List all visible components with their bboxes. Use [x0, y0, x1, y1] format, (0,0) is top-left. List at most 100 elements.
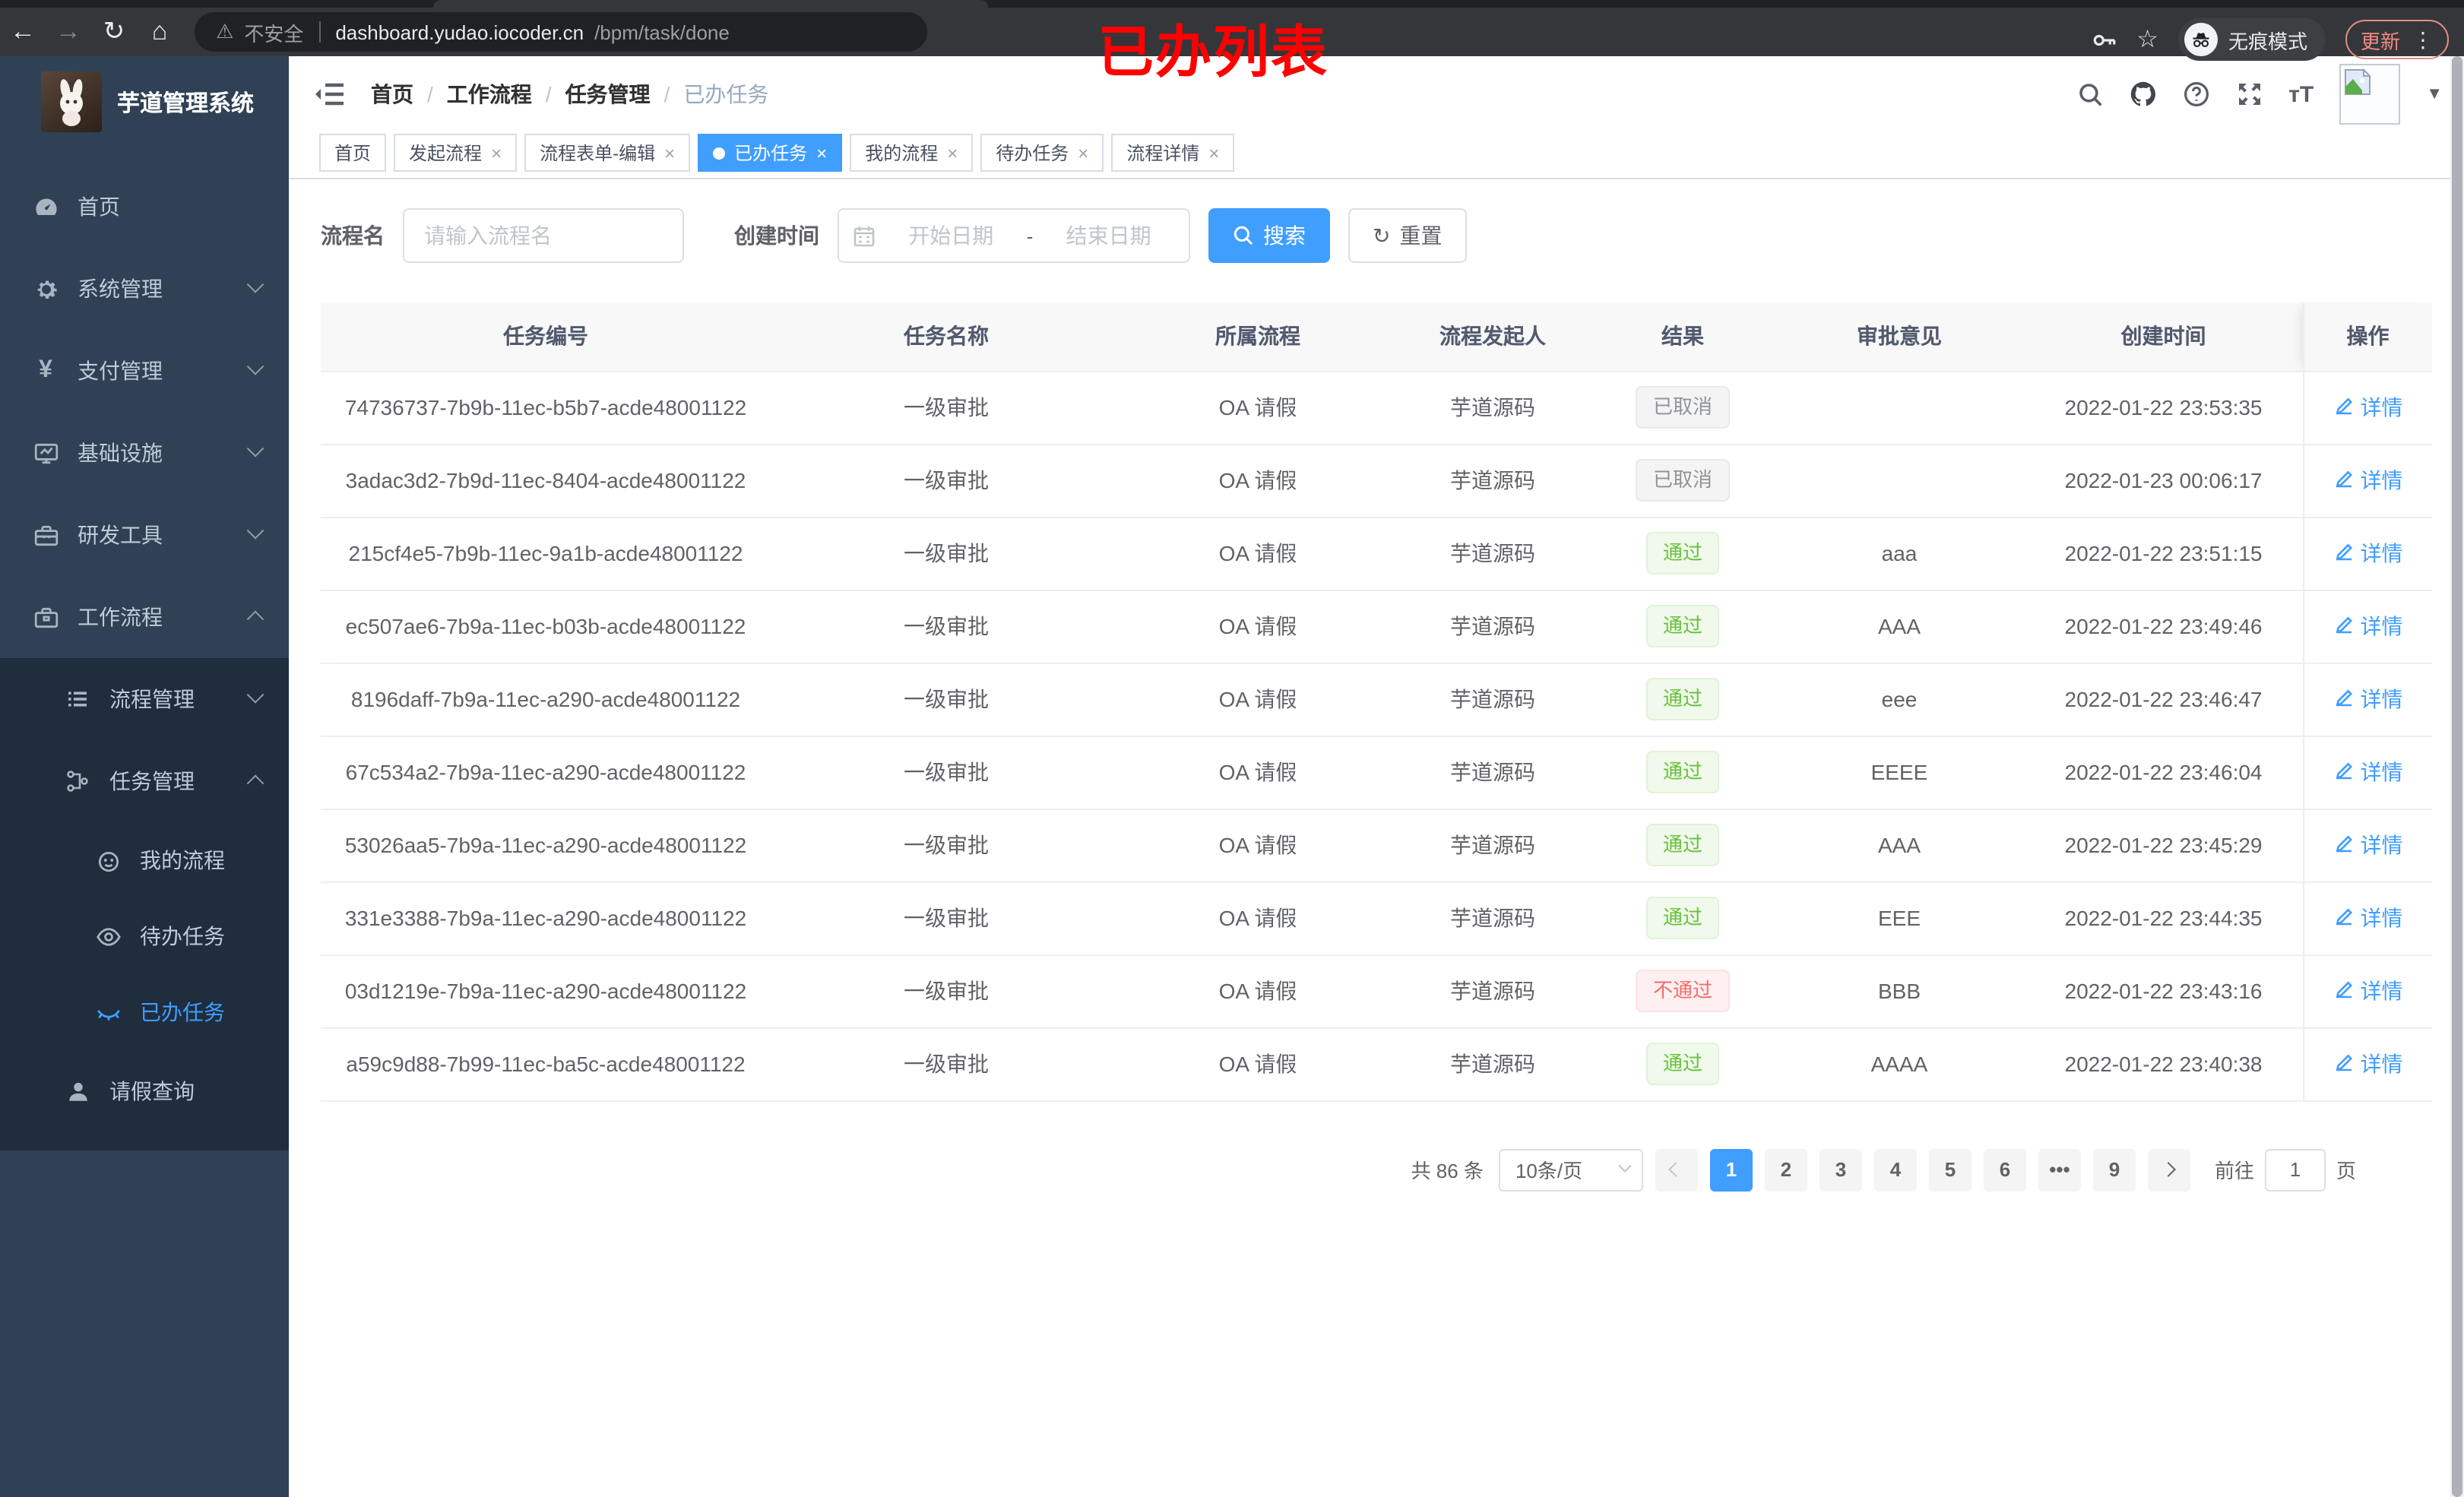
- reload-icon[interactable]: ↻: [91, 17, 137, 47]
- sidebar-item-请假查询[interactable]: 请假查询: [0, 1050, 289, 1132]
- detail-button[interactable]: 详情: [2333, 830, 2403, 860]
- prev-page-button[interactable]: [1655, 1148, 1698, 1191]
- breadcrumb-item[interactable]: 首页: [371, 79, 413, 109]
- breadcrumb-item[interactable]: 任务管理: [565, 79, 651, 109]
- bookmark-star-icon[interactable]: ☆: [2136, 24, 2158, 55]
- home-icon[interactable]: ⌂: [137, 17, 182, 47]
- gauge-icon: [32, 193, 59, 220]
- help-icon[interactable]: [2182, 81, 2209, 108]
- sidebar-item-工作流程[interactable]: 工作流程: [0, 576, 289, 658]
- pencil-icon: [2333, 978, 2355, 1004]
- browser-actions: ☆ 无痕模式 更新 ⋮: [2091, 15, 2449, 64]
- detail-button[interactable]: 详情: [2333, 392, 2403, 423]
- tab-已办任务[interactable]: 已办任务 ×: [698, 134, 843, 172]
- back-icon[interactable]: ←: [0, 17, 46, 47]
- process-name-input[interactable]: [403, 208, 684, 263]
- date-range-picker[interactable]: 开始日期 - 结束日期: [838, 208, 1190, 263]
- search-icon[interactable]: [2077, 81, 2103, 107]
- sidebar-item-任务管理[interactable]: 任务管理: [0, 740, 289, 822]
- github-icon[interactable]: [2129, 81, 2156, 108]
- sidebar-item-研发工具[interactable]: 研发工具: [0, 494, 289, 576]
- table-row: 03d1219e-7b9a-11ec-a290-acde48001122 一级审批…: [321, 954, 2432, 1028]
- comment-cell: AAAA: [1774, 1027, 2025, 1101]
- forward-icon[interactable]: →: [46, 17, 91, 47]
- detail-button[interactable]: 详情: [2333, 903, 2403, 933]
- browser-menu-update-button[interactable]: 更新 ⋮: [2345, 20, 2449, 59]
- page-button-2[interactable]: 2: [1764, 1148, 1807, 1191]
- detail-button[interactable]: 详情: [2333, 757, 2403, 787]
- page-unit-label: 页: [2336, 1160, 2356, 1182]
- page-size-select[interactable]: 10条/页: [1498, 1148, 1643, 1191]
- collapse-sidebar-icon[interactable]: [313, 78, 347, 111]
- task-id-cell: 331e3388-7b9a-11ec-a290-acde48001122: [321, 881, 771, 955]
- search-button[interactable]: 搜索: [1208, 208, 1330, 263]
- page-button-4[interactable]: 4: [1873, 1148, 1917, 1191]
- sidebar-item-基础设施[interactable]: 基础设施: [0, 412, 289, 494]
- detail-button[interactable]: 详情: [2333, 684, 2403, 714]
- browser-active-tab[interactable]: [433, 0, 988, 8]
- app-logo-row[interactable]: 芋道管理系统: [0, 56, 289, 144]
- reset-button[interactable]: ↻ 重置: [1348, 208, 1467, 263]
- column-header: 结果: [1591, 302, 1774, 372]
- kebab-menu-icon: ⋮: [2412, 27, 2434, 51]
- close-icon[interactable]: ×: [491, 142, 502, 163]
- sidebar-item-已办任务[interactable]: 已办任务: [0, 974, 289, 1050]
- close-icon[interactable]: ×: [1078, 142, 1088, 163]
- detail-button[interactable]: 详情: [2333, 465, 2403, 495]
- task-table-wrap: 任务编号 任务名称 所属流程 流程发起人 结果 审批意见 创建时间 操作 74736737-7…: [321, 302, 2432, 1101]
- more-pages-button[interactable]: •••: [2038, 1148, 2081, 1191]
- close-icon[interactable]: ×: [947, 142, 958, 163]
- close-icon[interactable]: ×: [1208, 142, 1219, 163]
- tab-发起流程[interactable]: 发起流程 ×: [394, 134, 518, 172]
- page-button-9[interactable]: 9: [2092, 1148, 2136, 1191]
- browser-toolbar: ← → ↻ ⌂ ⚠ 不安全 dashboard.yudao.iocoder.cn…: [0, 8, 2464, 61]
- next-page-button[interactable]: [2147, 1148, 2190, 1191]
- page-button-1[interactable]: 1: [1709, 1148, 1753, 1191]
- detail-button[interactable]: 详情: [2333, 1049, 2403, 1079]
- result-badge: 通过: [1645, 605, 1719, 647]
- sidebar-item-我的流程[interactable]: 我的流程: [0, 822, 289, 898]
- tab-我的流程[interactable]: 我的流程 ×: [850, 134, 974, 172]
- sidebar-item-流程管理[interactable]: 流程管理: [0, 658, 289, 740]
- url-bar[interactable]: ⚠ 不安全 dashboard.yudao.iocoder.cn/bpm/tas…: [195, 12, 927, 52]
- close-icon[interactable]: ×: [816, 142, 827, 163]
- comment-cell: EEEE: [1774, 736, 2025, 809]
- page-button-6[interactable]: 6: [1983, 1148, 2026, 1191]
- task-name-cell: 一级审批: [771, 663, 1122, 736]
- avatar[interactable]: [2339, 64, 2401, 125]
- window-scrollbar[interactable]: [2450, 56, 2464, 1497]
- tab-待办任务[interactable]: 待办任务 ×: [980, 134, 1104, 172]
- tab-流程表单-编辑[interactable]: 流程表单-编辑 ×: [524, 134, 691, 172]
- detail-button[interactable]: 详情: [2333, 538, 2403, 568]
- page-button-5[interactable]: 5: [1928, 1148, 1972, 1191]
- sidebar-item-首页[interactable]: 首页: [0, 166, 289, 248]
- task-name-cell: 一级审批: [771, 1027, 1122, 1101]
- create-time-cell: 2022-01-22 23:40:38: [2025, 1027, 2303, 1101]
- tab-label: 流程表单-编辑: [540, 143, 656, 164]
- tab-流程详情[interactable]: 流程详情 ×: [1111, 134, 1235, 172]
- page-button-3[interactable]: 3: [1819, 1148, 1862, 1191]
- detail-button[interactable]: 详情: [2333, 976, 2403, 1006]
- goto-page-input[interactable]: [2264, 1148, 2326, 1191]
- close-icon[interactable]: ×: [664, 142, 675, 163]
- total-count: 共 86 条: [1411, 1160, 1484, 1182]
- detail-button[interactable]: 详情: [2333, 611, 2403, 641]
- font-size-icon[interactable]: тT: [2288, 81, 2314, 107]
- initiator-cell: 芋道源码: [1394, 881, 1591, 955]
- key-icon[interactable]: [2091, 27, 2117, 52]
- sidebar-item-支付管理[interactable]: ¥ 支付管理: [0, 330, 289, 412]
- result-badge: 通过: [1645, 824, 1719, 866]
- task-id-cell: 03d1219e-7b9a-11ec-a290-acde48001122: [321, 954, 771, 1028]
- breadcrumb-item[interactable]: 工作流程: [447, 79, 532, 109]
- scrollbar-thumb[interactable]: [2452, 56, 2462, 1497]
- fullscreen-icon[interactable]: [2235, 81, 2263, 108]
- sidebar-item-label: 已办任务: [140, 1000, 225, 1024]
- breadcrumb: 首页 / 工作流程 / 任务管理 / 已办任务: [371, 79, 768, 109]
- sidebar-item-待办任务[interactable]: 待办任务: [0, 898, 289, 974]
- tab-label: 待办任务: [996, 143, 1069, 164]
- tab-首页[interactable]: 首页: [319, 134, 387, 172]
- sidebar-item-系统管理[interactable]: 系统管理: [0, 248, 289, 330]
- pencil-icon: [2333, 1051, 2355, 1077]
- chevron-down-icon: [246, 440, 264, 457]
- caret-down-icon[interactable]: ▼: [2426, 85, 2443, 103]
